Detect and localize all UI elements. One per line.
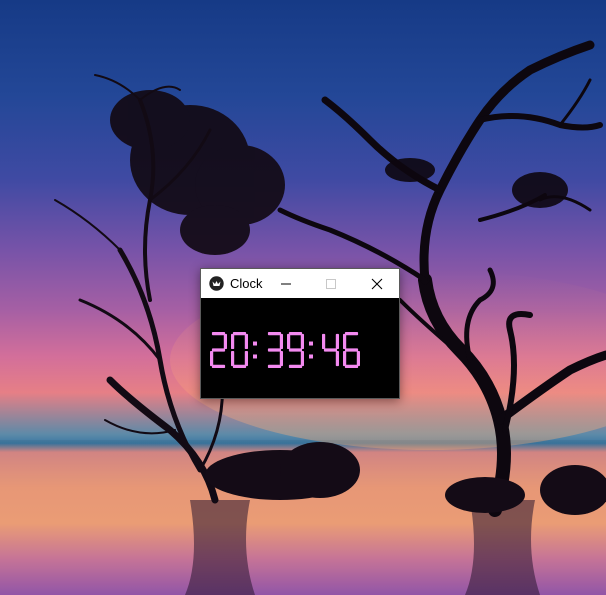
segment-e <box>231 350 235 367</box>
segment-c <box>244 350 248 367</box>
clock-digit-6 <box>343 332 360 368</box>
clock-digit-2 <box>210 332 227 368</box>
clock-colon <box>253 341 257 359</box>
segment-b <box>244 333 248 350</box>
segment-d <box>211 364 226 368</box>
segment-a <box>211 332 226 336</box>
segment-b <box>300 333 304 350</box>
minimize-icon <box>281 283 291 284</box>
segment-d <box>232 364 247 368</box>
clock-digit-0 <box>231 332 248 368</box>
feather-app-icon[interactable] <box>209 276 224 291</box>
segment-c <box>300 350 304 367</box>
colon-dot <box>309 354 313 359</box>
segment-d <box>267 364 282 368</box>
segment-e <box>210 350 214 367</box>
segment-f <box>231 333 235 350</box>
segment-g <box>267 348 282 352</box>
segment-g <box>344 348 359 352</box>
digital-time-display <box>210 332 360 368</box>
segment-c <box>279 350 283 367</box>
segment-d <box>288 364 303 368</box>
segment-a <box>232 332 247 336</box>
segment-d <box>344 364 359 368</box>
title-bar[interactable]: Clock <box>201 269 399 298</box>
segment-a <box>344 332 359 336</box>
segment-f <box>322 333 326 350</box>
segment-a <box>288 332 303 336</box>
colon-dot <box>253 341 257 346</box>
minimize-button[interactable] <box>264 269 308 298</box>
close-icon <box>371 278 383 289</box>
clock-digit-9 <box>287 332 304 368</box>
segment-b <box>335 333 339 350</box>
clock-window[interactable]: Clock <box>200 268 400 399</box>
clock-client-area <box>201 298 399 398</box>
clock-digit-4 <box>322 333 339 367</box>
segment-a <box>267 332 282 336</box>
segment-g <box>288 348 303 352</box>
segment-c <box>335 350 339 367</box>
segment-c <box>356 350 360 367</box>
segment-f <box>343 333 347 350</box>
maximize-icon <box>326 278 336 289</box>
clock-colon <box>309 341 313 359</box>
close-button[interactable] <box>355 269 399 298</box>
segment-e <box>343 350 347 367</box>
window-title: Clock <box>230 276 263 291</box>
colon-dot <box>309 341 313 346</box>
segment-b <box>223 333 227 350</box>
segment-g <box>211 348 226 352</box>
segment-f <box>287 333 291 350</box>
clock-digit-3 <box>267 332 283 368</box>
segment-b <box>279 333 283 350</box>
maximize-button[interactable] <box>309 269 353 298</box>
segment-g <box>323 348 338 352</box>
colon-dot <box>253 354 257 359</box>
